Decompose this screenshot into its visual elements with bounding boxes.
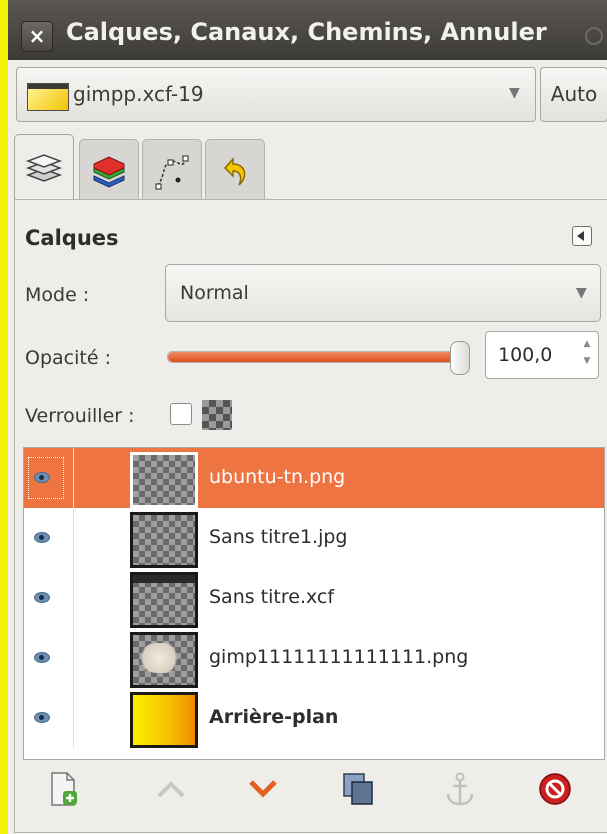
paths-icon (155, 155, 189, 190)
lock-alpha-checkbox[interactable] (170, 403, 192, 425)
image-thumbnail-icon (27, 83, 69, 111)
raise-layer-button[interactable] (151, 769, 191, 809)
layer-name: Sans titre.xcf (209, 586, 335, 608)
layer-row[interactable]: gimp11111111111111.png (24, 628, 604, 688)
layer-row[interactable]: ubuntu-tn.png (24, 448, 604, 508)
opacity-spinbutton[interactable]: 100,0 ▲ ▼ (485, 331, 599, 379)
layers-panel: Calques Mode : Normal ▼ Opacité : 100,0 … (14, 199, 607, 833)
chain-column[interactable] (73, 628, 74, 688)
layer-row[interactable]: Arrière-plan (24, 688, 604, 748)
chain-column[interactable] (73, 508, 74, 568)
auto-button[interactable]: Auto (540, 67, 607, 122)
spin-up-icon[interactable]: ▲ (580, 339, 594, 353)
tab-channels[interactable] (79, 139, 139, 200)
lower-icon (249, 780, 277, 798)
layers-icon (25, 154, 63, 182)
image-selector-value: gimpp.xcf-19 (73, 82, 204, 106)
eye-icon[interactable] (34, 532, 50, 543)
layer-row[interactable]: Sans titre1.jpg (24, 508, 604, 568)
layers-list[interactable]: ubuntu-tn.png Sans titre1.jpg Sans titre… (23, 447, 605, 760)
chevron-down-icon: ▼ (509, 85, 520, 101)
anchor-icon (446, 772, 474, 806)
layer-thumbnail (130, 692, 198, 748)
layers-dialog-window: × Calques, Canaux, Chemins, Annuler gimp… (8, 0, 607, 834)
lock-label: Verrouiller : (25, 405, 135, 427)
layer-thumbnail (130, 512, 198, 568)
mode-label: Mode : (25, 284, 90, 306)
layer-row[interactable]: Sans titre.xcf (24, 568, 604, 628)
channels-icon (93, 156, 125, 188)
delete-layer-button[interactable] (535, 769, 575, 809)
undo-icon (223, 157, 246, 186)
tab-paths[interactable] (142, 139, 202, 200)
layer-thumbnail (130, 452, 198, 508)
lower-layer-button[interactable] (243, 769, 283, 809)
eye-icon[interactable] (34, 652, 50, 663)
mode-dropdown[interactable]: Normal ▼ (165, 264, 601, 322)
window-menu-icon[interactable] (585, 27, 603, 45)
opacity-value: 100,0 (498, 344, 553, 366)
new-layer-button[interactable] (43, 769, 83, 809)
spin-down-icon[interactable]: ▼ (580, 356, 594, 370)
opacity-label: Opacité : (25, 347, 111, 369)
tab-undo-history[interactable] (205, 139, 265, 200)
window-title: Calques, Canaux, Chemins, Annuler (66, 18, 547, 46)
tab-layers[interactable] (14, 134, 74, 201)
close-button[interactable]: × (21, 21, 53, 52)
layer-thumbnail (130, 572, 198, 628)
duplicate-layer-button[interactable] (338, 769, 378, 809)
opacity-slider-handle[interactable] (450, 341, 470, 375)
eye-icon[interactable] (34, 592, 50, 603)
delete-icon (539, 773, 571, 805)
raise-icon (157, 781, 185, 798)
panel-menu-icon[interactable] (572, 226, 592, 246)
new-layer-icon (51, 772, 77, 806)
eye-icon[interactable] (34, 712, 50, 723)
anchor-layer-button[interactable] (440, 769, 480, 809)
image-selector[interactable]: gimpp.xcf-19 ▼ (16, 67, 536, 122)
mode-value: Normal (180, 282, 249, 304)
layer-name: gimp11111111111111.png (209, 646, 469, 668)
panel-title: Calques (25, 226, 119, 250)
title-bar[interactable]: × Calques, Canaux, Chemins, Annuler (8, 0, 607, 60)
layer-name: Arrière-plan (209, 706, 339, 728)
transparency-icon (202, 400, 232, 430)
chain-column[interactable] (73, 448, 74, 508)
chain-column[interactable] (73, 688, 74, 748)
opacity-slider[interactable] (167, 351, 465, 363)
layer-thumbnail (130, 632, 198, 688)
eye-icon[interactable] (34, 472, 50, 483)
layer-name: Sans titre1.jpg (209, 526, 348, 548)
chain-column[interactable] (73, 568, 74, 628)
opacity-slider-fill (168, 352, 464, 362)
layer-name: ubuntu-tn.png (209, 466, 346, 488)
chevron-down-icon: ▼ (576, 285, 587, 301)
duplicate-icon (343, 773, 373, 805)
